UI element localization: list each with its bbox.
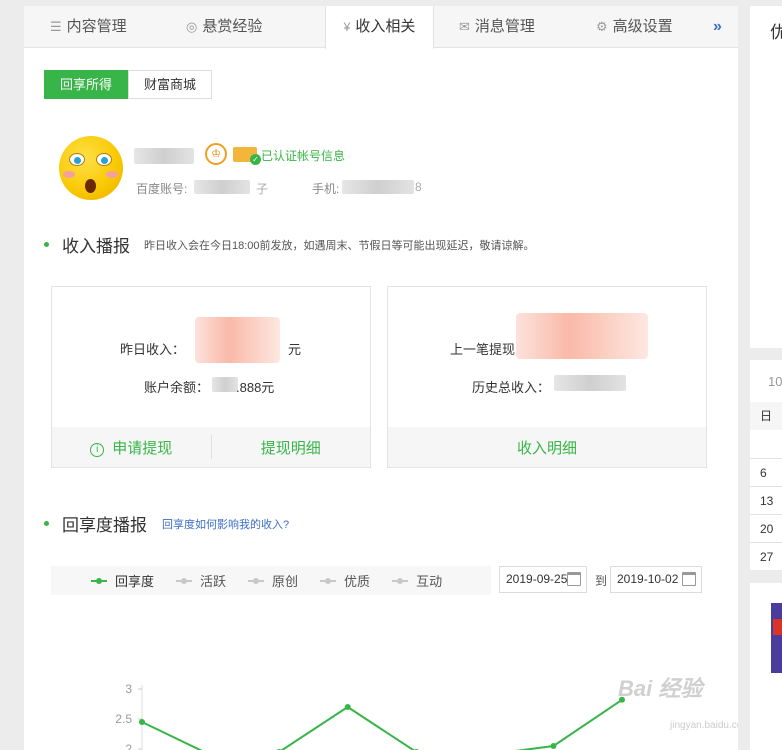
calendar-panel: 10 日 6 13 20 27 [750,360,782,570]
data-point[interactable] [344,704,351,710]
data-point[interactable] [550,743,557,749]
watermark-url: jingyan.baidu.com [670,720,738,731]
right-panel-banner [750,583,782,750]
series-line-share-degree [141,698,623,750]
baidu-jingyan-watermark: Bai 经验 [618,676,703,701]
data-point[interactable] [139,719,145,725]
banner-image[interactable] [771,603,782,673]
main-panel: ☰ 内容管理 ◎ 悬赏经验 ¥ 收入相关 ✉ 消息管理 ⚙ 高级设置 » 回享所得 财富商… [24,6,738,750]
share-degree-chart: 32.52 [115,682,625,750]
calendar-day[interactable]: 27 [750,542,782,570]
y-tick-label: 3 [125,682,132,696]
calendar-weekday-sun: 日 [750,402,782,430]
calendar-day[interactable]: 13 [750,486,782,514]
calendar-day[interactable]: 20 [750,514,782,542]
right-panel-title: 优 [770,23,782,42]
y-tick-label: 2.5 [115,712,132,726]
right-panel-top: 优 [750,6,782,348]
calendar-day[interactable]: 6 [750,458,782,486]
calendar-month: 10 [768,374,782,389]
y-tick-label: 2 [125,742,132,750]
